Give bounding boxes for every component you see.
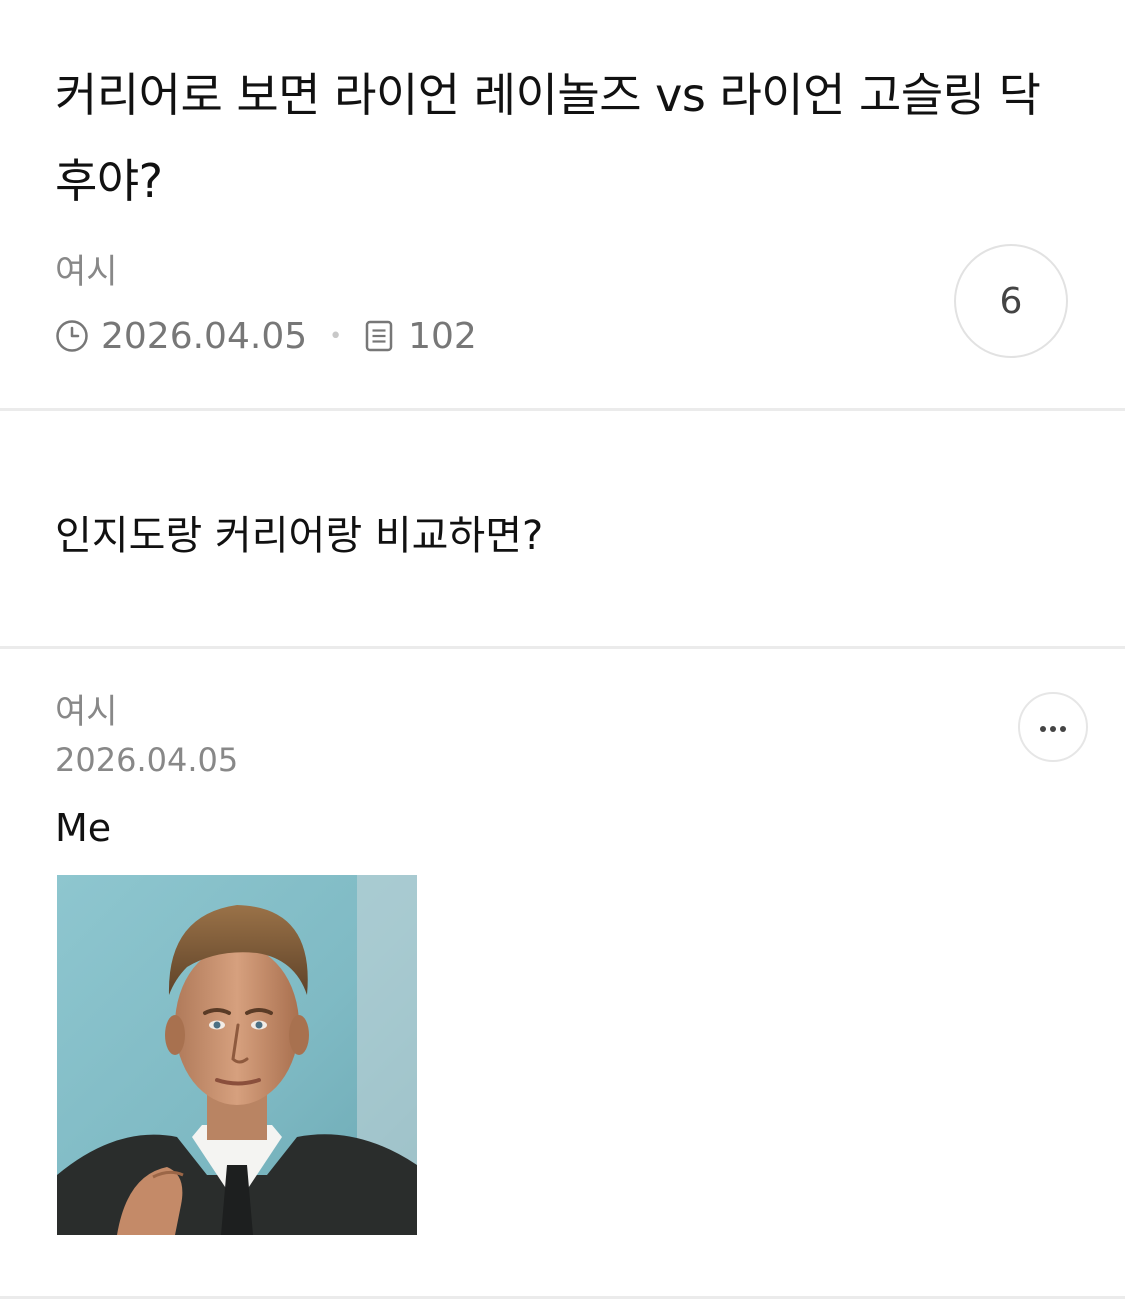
comment-attached-photo[interactable] (57, 875, 417, 1235)
clock-icon (55, 319, 89, 353)
document-icon (362, 319, 396, 353)
post-date: 2026.04.05 (101, 315, 308, 357)
post-author[interactable]: 여시 (55, 250, 118, 294)
comment-more-button[interactable] (1018, 692, 1088, 762)
divider (0, 646, 1125, 649)
comment-text: Me (55, 806, 112, 850)
comment-author[interactable]: 여시 (55, 690, 118, 734)
comment-count-button[interactable]: 6 (954, 244, 1068, 358)
post-title: 커리어로 보면 라이언 레이놀즈 vs 라이언 고슬링 닥 후야? (55, 68, 1041, 208)
divider (0, 408, 1125, 411)
divider (0, 1296, 1125, 1299)
comment-item: 여시 2026.04.05 Me (0, 650, 1125, 1296)
post-meta: 2026.04.05 • 102 (55, 312, 477, 360)
post-view-count: 102 (408, 315, 477, 357)
post-body: 인지도랑 커리어랑 비교하면? (55, 513, 544, 559)
more-dots-icon (1038, 718, 1068, 737)
post-header: 커리어로 보면 라이언 레이놀즈 vs 라이언 고슬링 닥 후야? 여시 202… (0, 0, 1125, 410)
meta-separator: • (329, 323, 343, 349)
comment-date: 2026.04.05 (55, 741, 239, 779)
